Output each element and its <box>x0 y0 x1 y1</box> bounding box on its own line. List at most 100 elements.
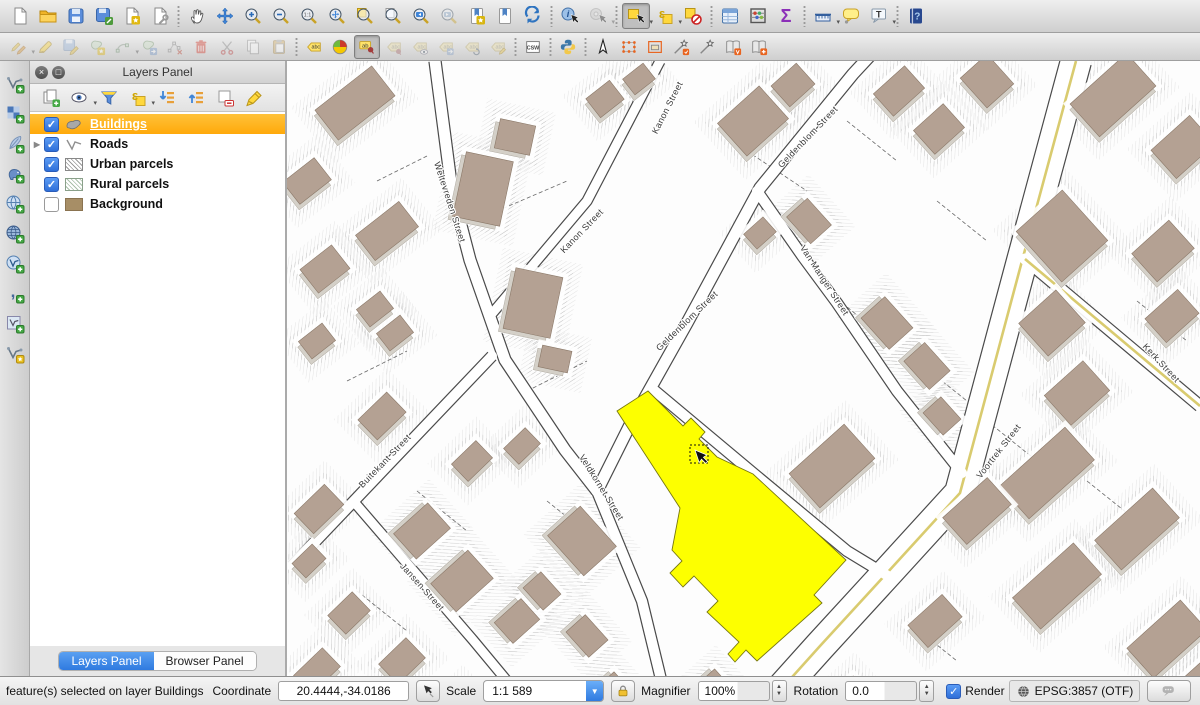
layer-checkbox[interactable] <box>44 197 59 212</box>
refresh-map-icon <box>523 6 543 26</box>
save-project-as-button[interactable] <box>91 4 117 28</box>
refresh-map-button[interactable] <box>520 4 546 28</box>
layer-item-buildings[interactable]: ✓ Buildings <box>30 114 285 134</box>
select-by-expression-button[interactable]: ε▾ <box>652 4 678 28</box>
zoom-in-button[interactable] <box>240 4 266 28</box>
stepper-icon[interactable]: ▲▼ <box>919 680 934 702</box>
add-virtual-layer-button[interactable] <box>2 312 28 336</box>
add-feature-icon <box>88 38 106 56</box>
zoom-out-button[interactable] <box>268 4 294 28</box>
new-shapefile-layer-icon <box>5 344 25 364</box>
expand-all-button[interactable] <box>153 86 180 109</box>
open-project-button[interactable] <box>35 4 61 28</box>
measure-line-button[interactable]: ▾ <box>810 4 836 28</box>
add-postgis-layer-button[interactable] <box>2 162 28 186</box>
select-features-button[interactable]: ▾ <box>622 3 650 29</box>
filter-by-expression-button[interactable]: ε▾ <box>124 86 151 109</box>
zoom-to-selection-button[interactable] <box>352 4 378 28</box>
zoom-last-button[interactable] <box>408 4 434 28</box>
deselect-all-button[interactable] <box>680 4 706 28</box>
collapse-all-button[interactable] <box>182 86 209 109</box>
python-console-button[interactable] <box>556 36 580 58</box>
layer-item-rural-parcels[interactable]: ✓ Rural parcels <box>30 174 285 194</box>
show-statistics-button[interactable]: Σ <box>773 4 799 28</box>
manage-layer-visibility-button[interactable]: ▾ <box>66 86 93 109</box>
pan-to-selection-button[interactable] <box>212 4 238 28</box>
text-annotation-button[interactable]: T▾ <box>866 4 892 28</box>
remove-layer-group-button[interactable] <box>211 86 238 109</box>
new-bookmark-button[interactable] <box>464 4 490 28</box>
add-wms-layer-button[interactable] <box>2 192 28 216</box>
toolbar-separator <box>547 5 556 27</box>
metasearch-csw-button[interactable]: CSW <box>521 36 545 58</box>
plugin-extent-capture-icon <box>646 38 664 56</box>
layer-item-background[interactable]: Background <box>30 194 285 214</box>
layer-labeling-button[interactable]: abc <box>302 36 326 58</box>
layer-checkbox[interactable]: ✓ <box>44 157 59 172</box>
layer-checkbox[interactable]: ✓ <box>44 117 59 132</box>
identify-features-button[interactable]: i <box>557 4 583 28</box>
plugin-extent-capture-button[interactable] <box>643 36 667 58</box>
layer-diagrams-icon <box>331 38 349 56</box>
add-delimited-text-layer-button[interactable]: , <box>2 282 28 306</box>
scale-combobox[interactable]: 1:1 589 ▼ <box>483 680 604 702</box>
new-print-composer-button[interactable] <box>119 4 145 28</box>
field-calculator-button[interactable] <box>745 4 771 28</box>
expander-icon[interactable]: ▶ <box>30 140 44 149</box>
open-attribute-table-button[interactable] <box>717 4 743 28</box>
zoom-full-extent-button[interactable] <box>324 4 350 28</box>
plugin-book-2-button[interactable] <box>747 36 771 58</box>
layer-item-urban-parcels[interactable]: ✓ Urban parcels <box>30 154 285 174</box>
plugin-extent-selector-button[interactable] <box>617 36 641 58</box>
filter-legend-button[interactable] <box>95 86 122 109</box>
save-project-button[interactable] <box>63 4 89 28</box>
paste-features-button <box>267 36 291 58</box>
new-project-button[interactable] <box>7 4 33 28</box>
add-group-button[interactable] <box>37 86 64 109</box>
layer-diagrams-button[interactable] <box>328 36 352 58</box>
crs-status-button[interactable]: EPSG:3857 (OTF) <box>1009 680 1141 702</box>
tab-layers-panel[interactable]: Layers Panel <box>59 652 153 670</box>
layer-checkbox[interactable]: ✓ <box>44 137 59 152</box>
python-console-icon <box>559 38 577 56</box>
digitizing-toolbar: ▾▾abcababcabcabcabcabcCSW <box>0 33 1200 61</box>
messages-button[interactable] <box>1147 680 1191 702</box>
new-shapefile-layer-button[interactable] <box>2 342 28 366</box>
add-vector-layer-button[interactable] <box>2 72 28 96</box>
add-wfs-layer-button[interactable] <box>2 252 28 276</box>
map-canvas[interactable]: Kanon StreetKanon StreetWeltevreden Stre… <box>287 61 1200 676</box>
scale-lock-icon[interactable] <box>611 680 635 702</box>
layer-name: Urban parcels <box>90 157 173 171</box>
clear-all-button[interactable] <box>240 86 267 109</box>
panel-close-button[interactable]: × <box>35 66 48 79</box>
chevron-down-icon[interactable]: ▼ <box>586 681 603 701</box>
svg-text:CSW: CSW <box>527 45 540 51</box>
panel-float-button[interactable]: □ <box>52 66 65 79</box>
magnifier-spinbox[interactable]: 100% ▲▼ <box>698 680 787 702</box>
mouse-position-toggle-icon[interactable] <box>416 680 440 702</box>
tab-browser-panel[interactable]: Browser Panel <box>154 652 256 670</box>
plugin-north-arrow-button[interactable] <box>591 36 615 58</box>
help-contents-button[interactable]: ? <box>903 4 929 28</box>
map-tips-button[interactable] <box>838 4 864 28</box>
zoom-native-button[interactable]: 1:1 <box>296 4 322 28</box>
rotation-spinbox[interactable]: 0.0 ▲▼ <box>845 680 934 702</box>
layer-item-roads[interactable]: ▶ ✓ Roads <box>30 134 285 154</box>
show-bookmarks-button[interactable] <box>492 4 518 28</box>
add-raster-layer-button[interactable] <box>2 102 28 126</box>
coordinate-input[interactable]: 20.4444,-34.0186 <box>278 681 409 701</box>
render-checkbox[interactable]: ✓ <box>946 684 961 699</box>
plugin-book-1-button[interactable] <box>721 36 745 58</box>
layer-checkbox[interactable]: ✓ <box>44 177 59 192</box>
add-spatialite-layer-button[interactable] <box>2 132 28 156</box>
add-wcs-layer-button[interactable] <box>2 222 28 246</box>
copy-features-icon <box>244 38 262 56</box>
plugin-wand-1-button[interactable] <box>669 36 693 58</box>
zoom-to-layer-button[interactable] <box>380 4 406 28</box>
plugin-wand-2-button[interactable] <box>695 36 719 58</box>
composer-manager-button[interactable] <box>147 4 173 28</box>
cut-features-icon <box>218 38 236 56</box>
pin-labels-button[interactable]: ab <box>354 35 380 59</box>
pan-map-button[interactable] <box>184 4 210 28</box>
stepper-icon[interactable]: ▲▼ <box>772 680 787 702</box>
